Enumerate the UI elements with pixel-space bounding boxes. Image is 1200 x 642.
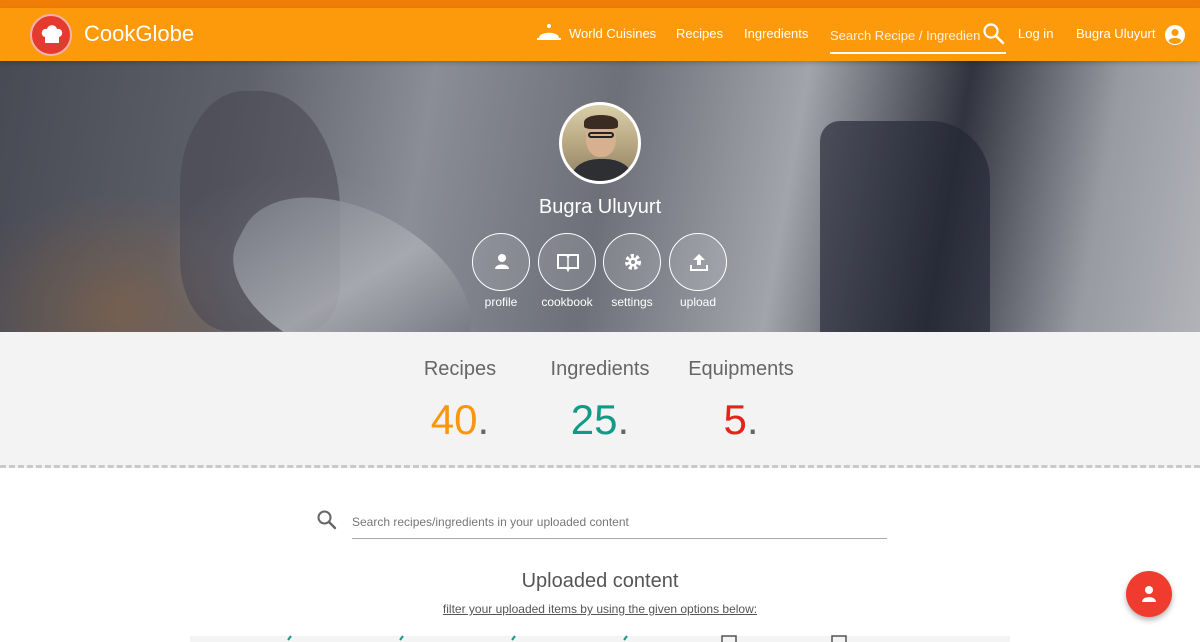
book-icon bbox=[557, 254, 579, 272]
upload-button[interactable] bbox=[669, 233, 727, 291]
upload-icon bbox=[690, 254, 708, 271]
stat-equipments-label: Equipments bbox=[688, 358, 794, 380]
upload-label: upload bbox=[679, 295, 717, 309]
profile-name: Bugra Uluyurt bbox=[538, 196, 662, 218]
gear-icon bbox=[625, 254, 641, 270]
stat-ingredients-value[interactable]: 25. bbox=[525, 396, 675, 444]
nav-ingredients[interactable]: Ingredients bbox=[744, 26, 808, 41]
search-icon[interactable] bbox=[982, 22, 1006, 46]
filter-options-row bbox=[190, 635, 1010, 642]
search-icon[interactable] bbox=[316, 509, 338, 531]
user-fab-button[interactable] bbox=[1126, 571, 1172, 617]
person-icon bbox=[495, 254, 509, 269]
person-icon bbox=[1142, 586, 1156, 602]
nav-recipes[interactable]: Recipes bbox=[676, 26, 723, 41]
user-name-link[interactable]: Bugra Uluyurt bbox=[1076, 26, 1155, 41]
top-accent-strip bbox=[0, 0, 1200, 8]
navbar: CookGlobe World Cuisines Recipes Ingredi… bbox=[0, 8, 1200, 61]
uploaded-content-title: Uploaded content bbox=[521, 570, 679, 592]
stats-panel: Recipes 40. Ingredients 25. Equipments 5… bbox=[0, 332, 1200, 468]
uploaded-content-search-input[interactable] bbox=[352, 505, 887, 539]
stat-equipments-value[interactable]: 5. bbox=[666, 396, 816, 444]
brand-name[interactable]: CookGlobe bbox=[84, 21, 194, 47]
stat-ingredients-label: Ingredients bbox=[550, 358, 650, 380]
account-circle-icon[interactable] bbox=[1164, 24, 1186, 46]
cookbook-button[interactable] bbox=[538, 233, 596, 291]
stat-recipes-value[interactable]: 40. bbox=[385, 396, 535, 444]
cloche-icon bbox=[537, 24, 561, 40]
avatar[interactable] bbox=[559, 102, 641, 184]
header-search bbox=[830, 22, 1006, 54]
settings-button[interactable] bbox=[603, 233, 661, 291]
chef-hat-icon[interactable] bbox=[30, 14, 72, 56]
nav-world-cuisines[interactable]: World Cuisines bbox=[569, 26, 656, 41]
login-link[interactable]: Log in bbox=[1018, 26, 1053, 41]
profile-button[interactable] bbox=[472, 233, 530, 291]
header-search-input[interactable] bbox=[830, 25, 980, 45]
uploaded-content-subtitle: filter your uploaded items by using the … bbox=[442, 602, 758, 616]
stat-recipes-label: Recipes bbox=[423, 358, 497, 380]
